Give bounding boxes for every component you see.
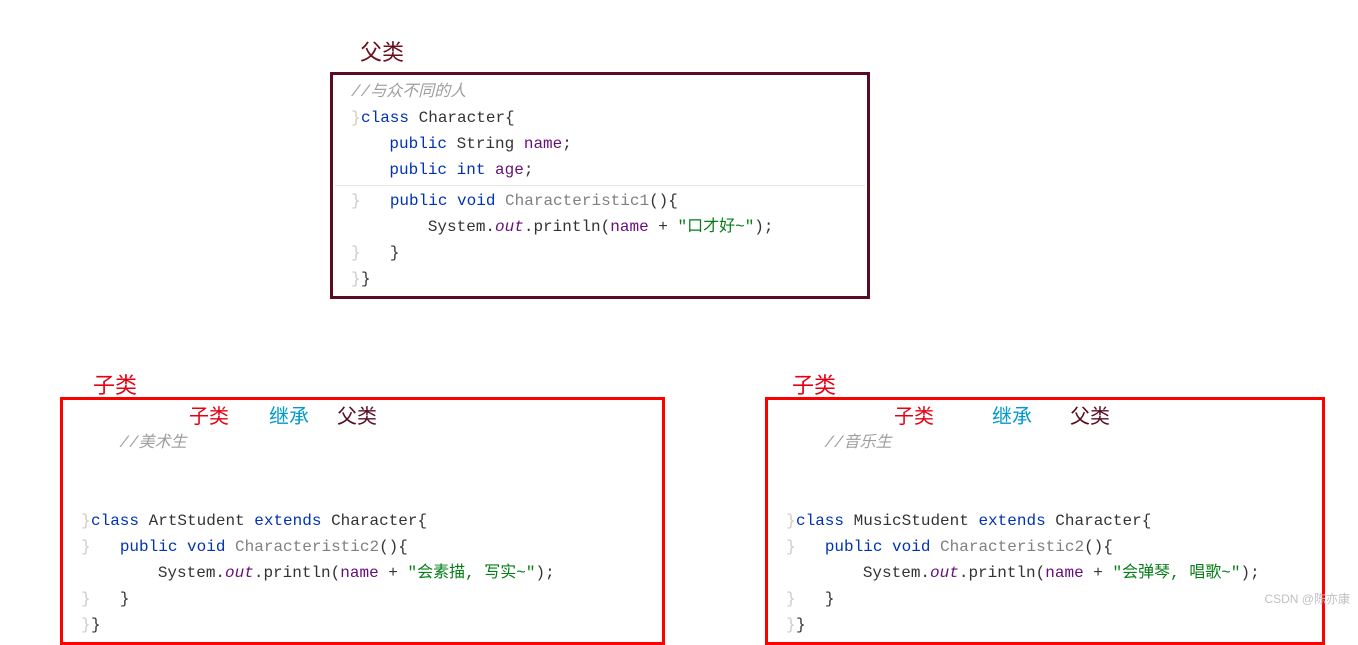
code-line: } }	[770, 586, 1320, 612]
code-line: System.out.println(name + "会素描, 写实~");	[65, 560, 660, 586]
code-annotation-line: //音乐生 子类 继承 父类	[770, 404, 1320, 508]
code-line: //与众不同的人	[335, 79, 865, 105]
code-line: } public void Characteristic2(){	[770, 534, 1320, 560]
label-subclass-right: 子类	[792, 368, 836, 400]
comment: //音乐生	[824, 434, 891, 452]
code-line: } }	[65, 586, 660, 612]
code-line: System.out.println(name + "口才好~");	[335, 214, 865, 240]
code-line: }class Character{	[335, 105, 865, 131]
code-line: System.out.println(name + "会弹琴, 唱歌~");	[770, 560, 1320, 586]
parent-class-code-block: //与众不同的人 }class Character{ public String…	[330, 72, 870, 299]
code-line: }class ArtStudent extends Character{	[65, 508, 660, 534]
separator	[335, 185, 865, 186]
music-student-code-block: //音乐生 子类 继承 父类 }class MusicStudent exten…	[765, 397, 1325, 645]
annotation-parent: 父类	[1070, 406, 1110, 428]
annotation-subclass: 子类	[189, 406, 229, 428]
comment: //美术生	[119, 434, 186, 452]
annotation-extends: 继承	[992, 406, 1032, 428]
code-annotation-line: //美术生 子类 继承 父类	[65, 404, 660, 508]
code-line: } }	[335, 240, 865, 266]
code-line: }}	[335, 266, 865, 292]
art-student-code-block: //美术生 子类 继承 父类 }class ArtStudent extends…	[60, 397, 665, 645]
code-line: }class MusicStudent extends Character{	[770, 508, 1320, 534]
code-line: public int age;	[335, 157, 865, 183]
annotation-parent: 父类	[337, 406, 377, 428]
annotation-extends: 继承	[269, 406, 309, 428]
comment: //与众不同的人	[351, 83, 466, 101]
label-subclass-left: 子类	[93, 368, 137, 400]
watermark: CSDN @陈亦康	[1264, 590, 1350, 607]
code-line: } public void Characteristic1(){	[335, 188, 865, 214]
code-line: public String name;	[335, 131, 865, 157]
annotation-subclass: 子类	[894, 406, 934, 428]
code-line: }}	[770, 612, 1320, 638]
code-line: }}	[65, 612, 660, 638]
code-line: } public void Characteristic2(){	[65, 534, 660, 560]
label-parent-class: 父类	[360, 35, 404, 67]
